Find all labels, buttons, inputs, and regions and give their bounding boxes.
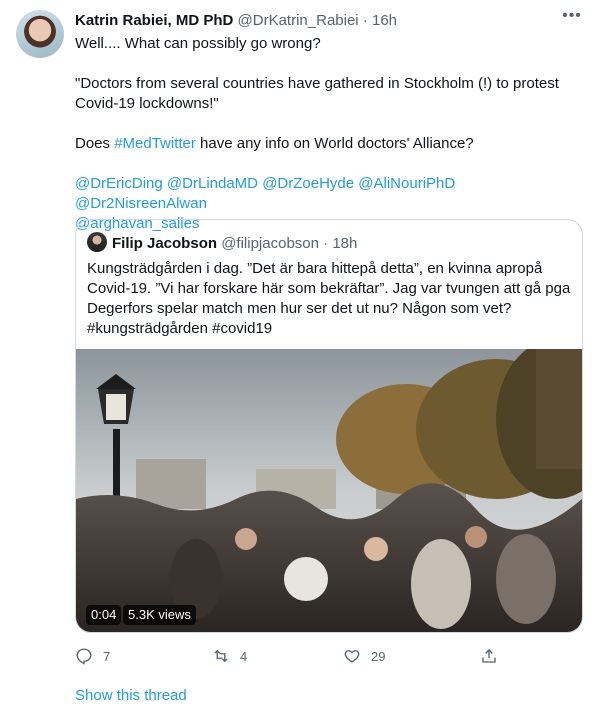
quoted-tweet-text: Kungsträdgården i dag. ”Det är bara hitt… bbox=[87, 259, 571, 339]
mention-link[interactable]: @Dr2NisreenAlwan bbox=[75, 195, 207, 212]
reply-button[interactable]: 7 bbox=[75, 645, 110, 667]
retweet-icon bbox=[214, 649, 228, 663]
quoted-tweet-header: Filip Jacobson @filipjacobson · 18h bbox=[87, 232, 357, 252]
video-duration: 0:04 bbox=[86, 605, 122, 625]
quoted-line-2: Covid-19. ”Vi har forskare här som bekrä… bbox=[87, 280, 571, 297]
mention-link[interactable]: @DrZoeHyde bbox=[262, 175, 354, 192]
tweet-line-2b: Covid-19 lockdowns!" bbox=[75, 95, 219, 112]
tweet-line-2a: "Doctors from several countries have gat… bbox=[75, 75, 559, 92]
mention-link[interactable]: @DrEricDing bbox=[75, 175, 163, 192]
more-options-icon[interactable]: ••• bbox=[562, 8, 582, 29]
header-separator: · bbox=[362, 12, 368, 29]
mention-list: @DrEricDing @DrLindaMD @DrZoeHyde @AliNo… bbox=[75, 174, 585, 214]
hashtag-kungstradgarden[interactable]: #kungsträdgården bbox=[87, 320, 208, 337]
retweet-button[interactable]: 4 bbox=[212, 645, 247, 667]
author-handle[interactable]: @DrKatrin_Rabiei bbox=[238, 12, 359, 29]
video-thumbnail bbox=[76, 349, 582, 632]
hashtag-covid19[interactable]: #covid19 bbox=[212, 320, 272, 337]
author-avatar[interactable] bbox=[16, 10, 64, 58]
video-views: 5.3K views bbox=[123, 605, 196, 625]
quoted-hashtags: #kungsträdgården #covid19 bbox=[87, 319, 571, 339]
mention-link[interactable]: @DrLindaMD bbox=[167, 175, 258, 192]
tweet-text: Well.... What can possibly go wrong? "Do… bbox=[75, 34, 585, 234]
line3-suffix: have any info on World doctors' Alliance… bbox=[195, 135, 474, 152]
tweet-line-1: Well.... What can possibly go wrong? bbox=[75, 35, 321, 52]
like-button[interactable]: 29 bbox=[343, 645, 385, 667]
show-thread-link[interactable]: Show this thread bbox=[75, 687, 187, 704]
share-icon bbox=[482, 649, 496, 663]
line3-prefix: Does bbox=[75, 135, 115, 152]
quoted-separator: · bbox=[323, 235, 329, 252]
like-count: 29 bbox=[371, 648, 386, 664]
tweet-actions: 7 4 29 bbox=[75, 645, 505, 667]
tweet-time[interactable]: 16h bbox=[372, 12, 397, 29]
retweet-count: 4 bbox=[240, 648, 248, 664]
hashtag-medtwitter[interactable]: #MedTwitter bbox=[114, 135, 196, 152]
share-button[interactable] bbox=[480, 645, 508, 667]
reply-icon bbox=[76, 648, 92, 665]
author-name[interactable]: Katrin Rabiei, MD PhD bbox=[75, 12, 233, 29]
reply-count: 7 bbox=[103, 648, 111, 664]
tweet-header: Katrin Rabiei, MD PhD @DrKatrin_Rabiei ·… bbox=[75, 11, 578, 31]
quoted-author-name[interactable]: Filip Jacobson bbox=[112, 235, 217, 252]
quoted-line-3: Degerfors spelar match men hur ser det u… bbox=[87, 300, 512, 317]
tweet-line-3: Does #MedTwitter have any info on World … bbox=[75, 134, 585, 154]
quoted-time[interactable]: 18h bbox=[332, 235, 357, 252]
quoted-author-handle[interactable]: @filipjacobson bbox=[221, 235, 319, 252]
quoted-line-1: Kungsträdgården i dag. ”Det är bara hitt… bbox=[87, 260, 543, 277]
video-player[interactable]: 0:04 5.3K views bbox=[76, 349, 582, 632]
quoted-author-avatar[interactable] bbox=[87, 232, 107, 252]
like-icon bbox=[344, 650, 360, 663]
mention-link[interactable]: @AliNouriPhD bbox=[358, 175, 455, 192]
quoted-tweet[interactable]: Filip Jacobson @filipjacobson · 18h Kung… bbox=[75, 219, 583, 633]
